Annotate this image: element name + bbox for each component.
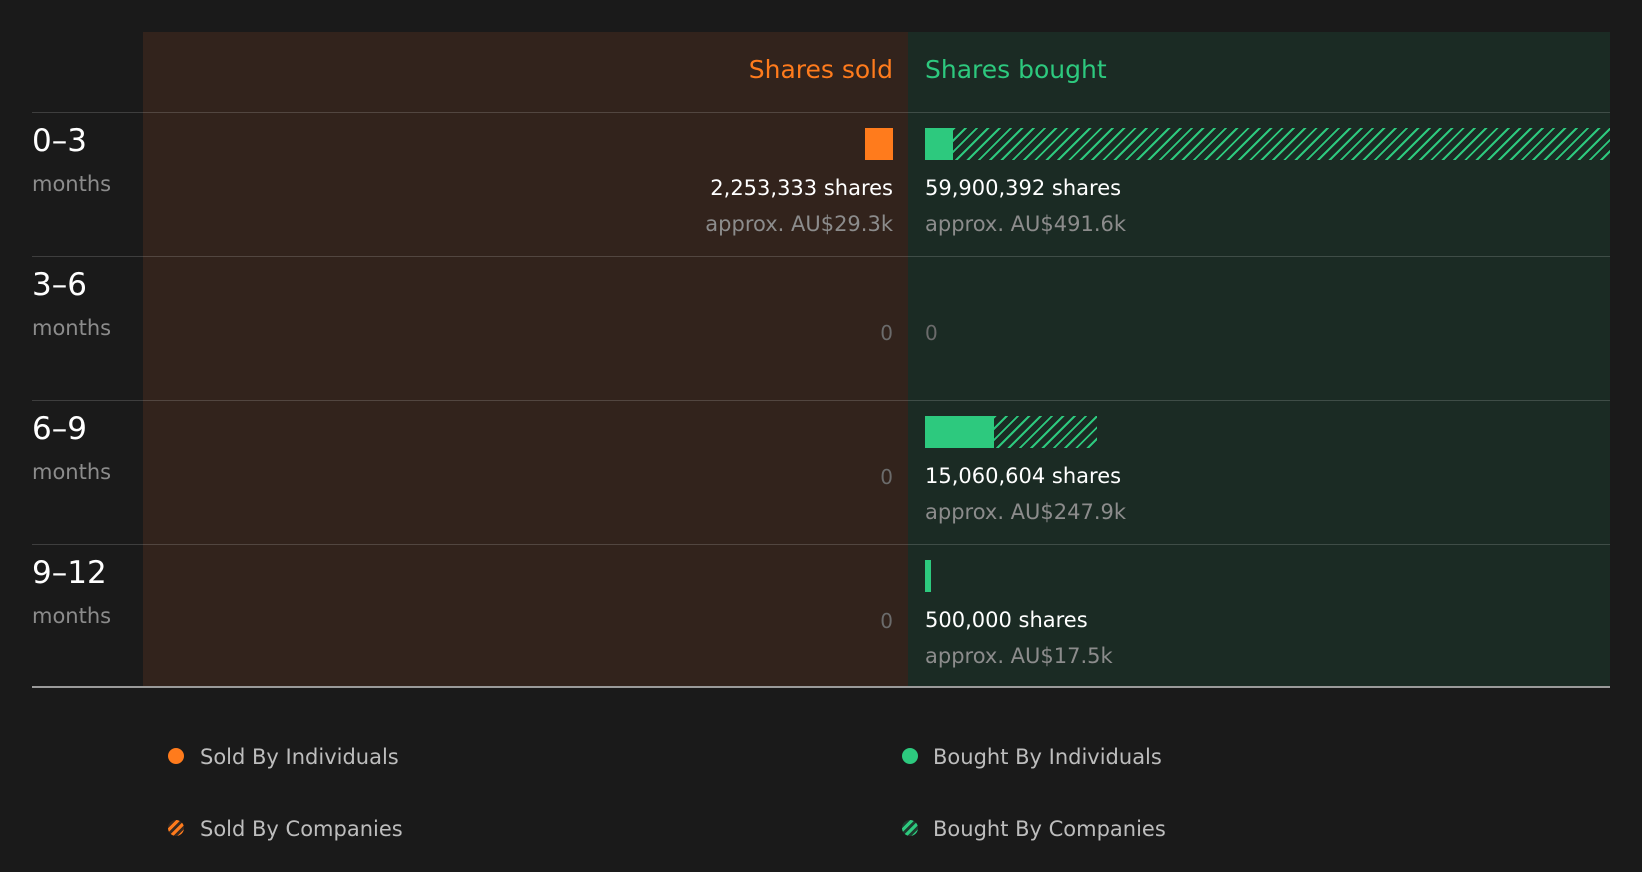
- sold-companies-legend-icon: [168, 820, 184, 836]
- period-label: 6–9: [32, 411, 87, 447]
- period-label: 3–6: [32, 267, 87, 303]
- sold-zero-value: 0: [880, 321, 893, 345]
- period-unit: months: [32, 316, 112, 340]
- period-label: 9–12: [32, 555, 107, 591]
- row-divider: [32, 400, 1610, 401]
- period-label: 0–3: [32, 123, 87, 159]
- bought-individuals-bar: [925, 128, 953, 160]
- sold-shares-value: 2,253,333 shares: [710, 176, 893, 200]
- sold-companies-legend-label: Sold By Companies: [200, 817, 403, 841]
- bought-companies-bar: [953, 128, 1610, 160]
- period-unit: months: [32, 460, 112, 484]
- row-divider: [32, 256, 1610, 257]
- bought-companies-bar: [994, 416, 1097, 448]
- bought-approx-value: approx. AU$247.9k: [925, 500, 1127, 524]
- sold-individuals-legend-label: Sold By Individuals: [200, 745, 399, 769]
- row-divider: [32, 544, 1610, 545]
- bought-approx-value: approx. AU$491.6k: [925, 212, 1127, 236]
- shares-bought-header: Shares bought: [925, 55, 1107, 84]
- bought-approx-value: approx. AU$17.5k: [925, 644, 1113, 668]
- bought-individuals-bar: [925, 416, 994, 448]
- bought-companies-legend-label: Bought By Companies: [933, 817, 1166, 841]
- bought-zero-value: 0: [925, 321, 938, 345]
- sold-approx-value: approx. AU$29.3k: [705, 212, 893, 236]
- bought-shares-value: 500,000 shares: [925, 608, 1088, 632]
- bought-individuals-legend-label: Bought By Individuals: [933, 745, 1162, 769]
- bought-individuals-bar: [925, 560, 931, 592]
- shares-sold-header: Shares sold: [748, 55, 893, 84]
- period-unit: months: [32, 172, 112, 196]
- sold-panel: [143, 32, 908, 687]
- sold-zero-value: 0: [880, 609, 893, 633]
- period-unit: months: [32, 604, 112, 628]
- chart-baseline: [32, 686, 1610, 688]
- bought-shares-value: 59,900,392 shares: [925, 176, 1122, 200]
- row-divider: [32, 112, 1610, 113]
- sold-individuals-bar: [865, 128, 893, 160]
- sold-individuals-legend-icon: [168, 748, 184, 764]
- sold-zero-value: 0: [880, 465, 893, 489]
- bought-shares-value: 15,060,604 shares: [925, 464, 1122, 488]
- bought-individuals-legend-icon: [902, 748, 918, 764]
- bought-companies-legend-icon: [902, 820, 918, 836]
